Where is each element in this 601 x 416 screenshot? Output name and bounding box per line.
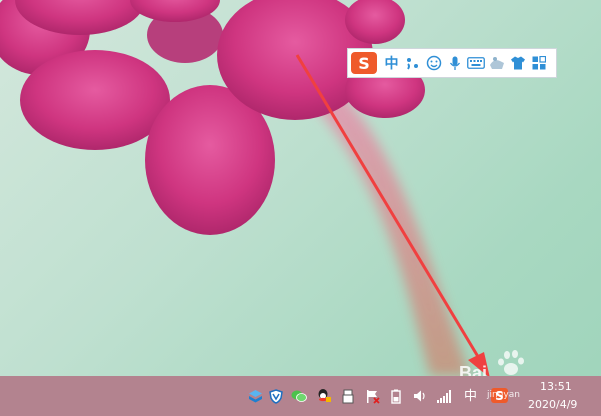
- punctuation-icon[interactable]: [402, 52, 423, 74]
- input-mode-toggle[interactable]: 中: [381, 52, 402, 74]
- battery-icon[interactable]: [388, 388, 404, 404]
- clock-date[interactable]: 2020/4/9: [528, 398, 577, 411]
- sogou-logo-icon[interactable]: S: [351, 52, 377, 74]
- ime-toolbar[interactable]: S 中: [347, 48, 557, 78]
- signal-icon[interactable]: [436, 388, 452, 404]
- toolbox-icon[interactable]: [486, 52, 507, 74]
- emoji-icon[interactable]: [423, 52, 444, 74]
- wechat-icon[interactable]: [291, 388, 307, 404]
- apps-grid-icon[interactable]: [528, 52, 549, 74]
- qq-icon[interactable]: [315, 388, 331, 404]
- taskbar-input-mode[interactable]: 中: [464, 385, 477, 404]
- clock-time[interactable]: 13:51: [540, 380, 572, 393]
- usb-icon[interactable]: [340, 388, 356, 404]
- box-icon[interactable]: [247, 388, 263, 404]
- volume-icon[interactable]: [412, 388, 428, 404]
- skin-icon[interactable]: [507, 52, 528, 74]
- shield-icon[interactable]: [268, 388, 284, 404]
- keyboard-icon[interactable]: [465, 52, 486, 74]
- flag-icon[interactable]: [364, 388, 380, 404]
- watermark-subtitle: jingyan: [487, 390, 520, 400]
- microphone-icon[interactable]: [444, 52, 465, 74]
